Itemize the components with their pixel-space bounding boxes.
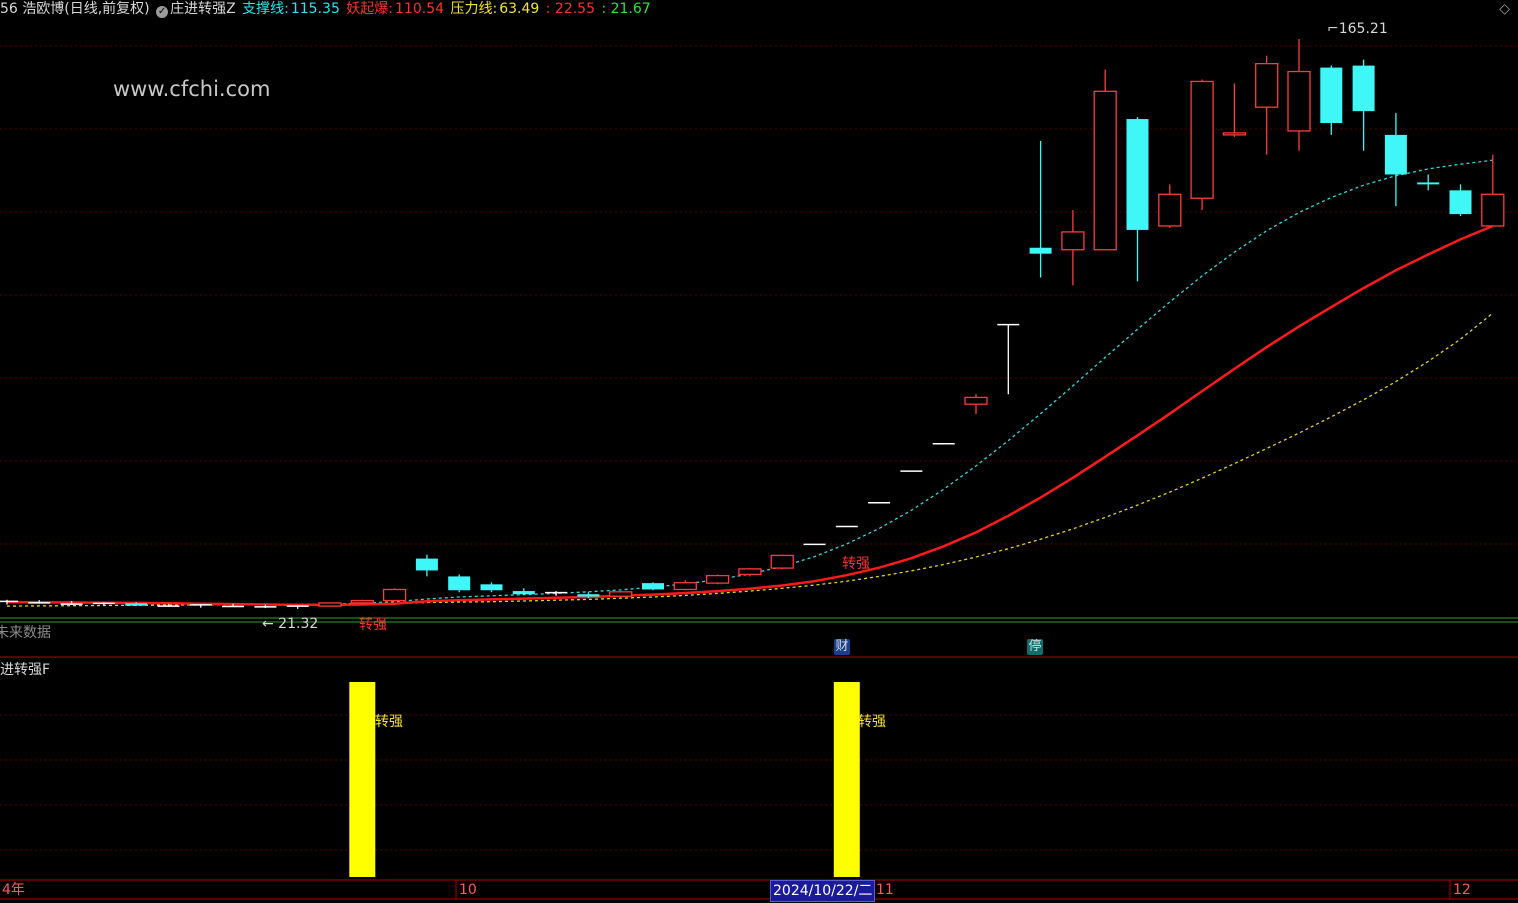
chart-header: 56 浩欧博(日线,前复权) ✓ 庄进转强Z 支撑线: 115.35 妖起爆: 110…: [0, 0, 653, 20]
check-icon[interactable]: ✓: [156, 6, 169, 18]
pressure-value: 63.49: [499, 1, 540, 17]
candle-body: [1255, 62, 1279, 108]
candle-body: [705, 574, 730, 584]
candle-body: [1093, 90, 1117, 251]
candle-body: [1449, 190, 1472, 215]
candle-body: [1126, 119, 1149, 230]
candle-body: [1384, 134, 1407, 175]
axis-label-dec: 12: [1453, 882, 1471, 898]
support-value: 115.35: [290, 1, 340, 17]
candle-body: [1320, 67, 1343, 124]
signal-label-main-2: 转强: [842, 556, 870, 572]
ma-red-line: [6, 224, 1494, 607]
candle-body: [1352, 65, 1375, 112]
candle-body: [770, 554, 794, 569]
future-data-label: 未来数据: [0, 625, 51, 641]
candle-body: [577, 594, 600, 597]
candle-body: [350, 599, 374, 604]
value-2: : 21.67: [601, 1, 651, 17]
low-price-label: ← 21.32: [262, 616, 319, 632]
signal-bar: [349, 682, 376, 877]
axis-label-oct: 10: [459, 882, 477, 898]
sub-bar-label-1: 转强: [375, 714, 403, 730]
candle-body: [1190, 80, 1214, 199]
yao-value: 110.54: [395, 1, 445, 17]
high-arrow-icon: ⌐: [1327, 21, 1339, 37]
candle-body: [1158, 193, 1182, 227]
kline-chart[interactable]: [0, 0, 1518, 903]
cursor-date: 2024/10/22/二: [770, 880, 876, 902]
signal-label-main-1: 转强: [359, 617, 387, 633]
candle-body: [609, 591, 633, 597]
suspend-badge[interactable]: 停: [1027, 639, 1043, 655]
candle-body: [1417, 182, 1440, 185]
ma-cyan-dotted-line: [6, 159, 1493, 606]
candle-body: [1287, 70, 1311, 132]
pressure-label: 压力线:: [450, 1, 498, 17]
candle-body: [382, 588, 407, 602]
signal-bar: [833, 682, 860, 877]
candle-body: [415, 558, 438, 571]
stock-name[interactable]: 56 浩欧博(日线,前复权): [0, 1, 150, 17]
yao-label: 妖起爆:: [346, 1, 394, 17]
candle-body: [1481, 193, 1505, 227]
candle-body: [1061, 231, 1085, 251]
candle-body: [1222, 132, 1247, 136]
candle-body: [642, 583, 664, 590]
sub-bar-label-2: 转强: [858, 714, 886, 730]
ma-yellow-dotted-line: [6, 312, 1494, 607]
watermark: www.cfchi.com: [113, 77, 271, 101]
high-price-label: ⌐165.21: [1327, 21, 1388, 37]
diamond-icon[interactable]: ◇: [1499, 1, 1510, 17]
axis-label-year: 4年: [2, 882, 25, 898]
candle-body: [964, 396, 988, 405]
candle-body: [512, 591, 535, 595]
candle-body: [318, 602, 342, 607]
axis-label-nov: 11: [876, 882, 894, 898]
candle-body: [1029, 247, 1052, 254]
high-price-value: 165.21: [1338, 21, 1388, 37]
value-1: : 22.55: [545, 1, 595, 17]
candle-body: [480, 584, 503, 591]
sub-panel-title[interactable]: 庄进转强F: [0, 659, 50, 679]
indicator-name[interactable]: 庄进转强Z: [170, 1, 236, 17]
candle-body: [448, 576, 471, 591]
candle-body: [673, 582, 697, 591]
finance-badge[interactable]: 财: [834, 639, 850, 655]
support-label: 支撑线:: [242, 1, 289, 17]
candle-body: [125, 603, 148, 606]
candle-body: [738, 568, 762, 576]
